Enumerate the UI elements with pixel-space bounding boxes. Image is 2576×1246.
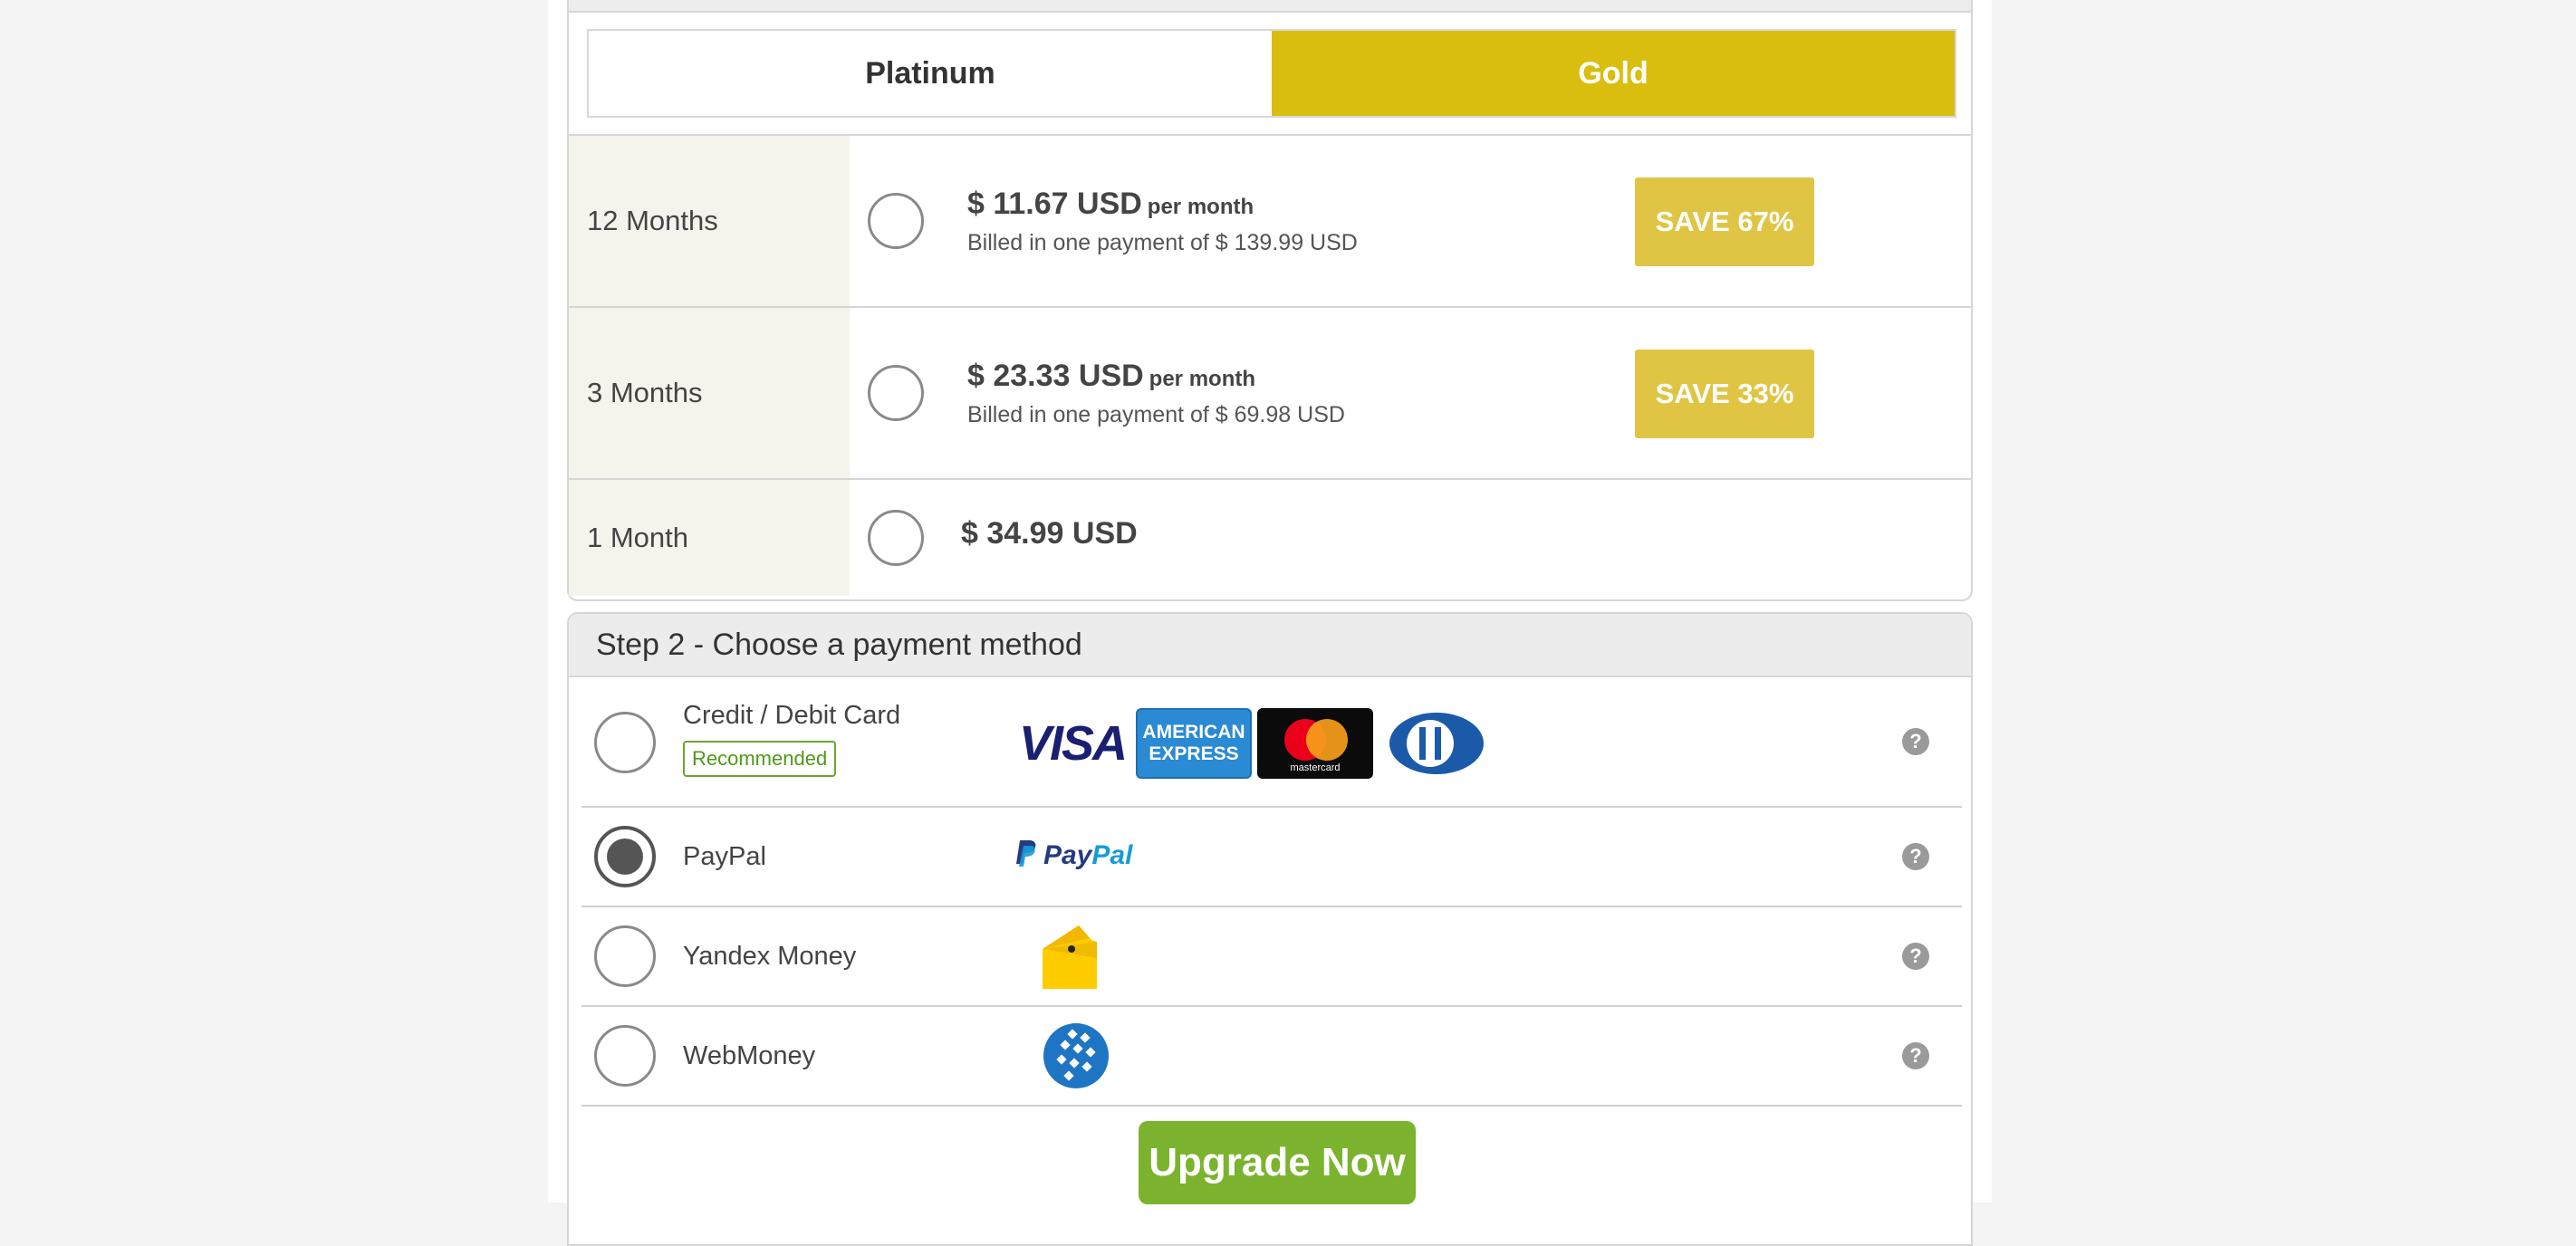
plan-radio-1-month[interactable]	[868, 510, 924, 566]
visa-logo-icon: VISA	[1014, 708, 1130, 779]
amex-line-1: AMERICAN	[1142, 722, 1245, 743]
diners-club-logo-icon	[1379, 708, 1495, 779]
billing-note: Billed in one payment of $ 139.99 USD	[967, 230, 1358, 255]
payment-option-label: Credit / Debit Card	[683, 701, 901, 730]
payment-radio-yandex-money[interactable]	[594, 925, 656, 987]
payment-method-panel: Step 2 - Choose a payment method Credit …	[567, 612, 1973, 1246]
payment-option-label: PayPal	[683, 842, 766, 871]
price-amount: $ 11.67 USD	[967, 187, 1142, 221]
payment-option-label: Yandex Money	[683, 942, 857, 971]
plan-price: $ 11.67 USD per month	[967, 187, 1254, 222]
plan-radio-12-months[interactable]	[868, 193, 924, 249]
plan-duration-label: 12 Months	[569, 136, 850, 306]
payment-radio-card[interactable]	[594, 712, 656, 773]
amex-line-2: EXPRESS	[1149, 743, 1239, 764]
card-logos: VISA AMERICAN EXPRESS mastercard	[1014, 708, 1495, 779]
payment-option-label: WebMoney	[683, 1041, 816, 1070]
plan-row-3-months[interactable]: 3 Months $ 23.33 USD per month Billed in …	[569, 308, 1971, 480]
help-icon[interactable]: ?	[1902, 943, 1929, 970]
plan-price: $ 34.99 USD	[961, 516, 1138, 551]
webmoney-globe-icon	[1043, 1023, 1109, 1088]
save-badge: SAVE 67%	[1635, 177, 1814, 266]
payment-radio-webmoney[interactable]	[594, 1025, 656, 1087]
price-per-unit: per month	[1149, 367, 1255, 391]
plan-radio-3-months[interactable]	[868, 365, 924, 421]
tab-gold[interactable]: Gold	[1272, 31, 1955, 116]
plan-row-12-months[interactable]: 12 Months $ 11.67 USD per month Billed in…	[569, 136, 1971, 308]
upgrade-now-button[interactable]: Upgrade Now	[1139, 1121, 1416, 1204]
help-icon[interactable]: ?	[1902, 843, 1929, 870]
price-amount: $ 23.33 USD	[967, 359, 1144, 393]
plan-row-1-month[interactable]: 1 Month $ 34.99 USD	[569, 480, 1971, 596]
plan-price: $ 23.33 USD per month	[967, 359, 1255, 394]
paypal-logo-icon: PayPal	[1014, 839, 1132, 871]
tab-platinum[interactable]: Platinum	[589, 31, 1272, 116]
plan-tier-tabs: Platinum Gold	[587, 29, 1956, 118]
page-container: Platinum Gold 12 Months $ 11.67 USD per m…	[548, 0, 1992, 1246]
payment-option-paypal[interactable]: PayPal PayPal ?	[582, 808, 1962, 907]
payment-option-card[interactable]: Credit / Debit Card Recommended VISA AME…	[582, 677, 1962, 808]
mastercard-wordmark: mastercard	[1290, 762, 1341, 773]
recommended-badge: Recommended	[683, 741, 837, 777]
american-express-logo-icon: AMERICAN EXPRESS	[1136, 708, 1252, 779]
mastercard-logo-icon: mastercard	[1257, 708, 1373, 779]
help-icon[interactable]: ?	[1902, 728, 1929, 755]
plan-duration-label: 3 Months	[569, 308, 850, 478]
help-icon[interactable]: ?	[1902, 1042, 1929, 1069]
billing-note: Billed in one payment of $ 69.98 USD	[967, 402, 1345, 427]
yandex-money-wallet-icon	[1043, 925, 1097, 989]
paypal-word-2: Pal	[1091, 840, 1133, 870]
payment-radio-paypal[interactable]	[594, 826, 656, 887]
panel-top-strip	[569, 0, 1971, 13]
plan-selection-panel: Platinum Gold 12 Months $ 11.67 USD per m…	[567, 0, 1973, 601]
payment-step-header: Step 2 - Choose a payment method	[569, 614, 1971, 677]
plan-duration-label: 1 Month	[569, 480, 850, 596]
payment-option-yandex-money[interactable]: Yandex Money ?	[582, 907, 1962, 1007]
save-badge: SAVE 33%	[1635, 350, 1814, 438]
paypal-word-1: Pay	[1043, 840, 1092, 870]
price-per-unit: per month	[1147, 195, 1254, 219]
payment-option-webmoney[interactable]: WebMoney ?	[582, 1007, 1962, 1107]
